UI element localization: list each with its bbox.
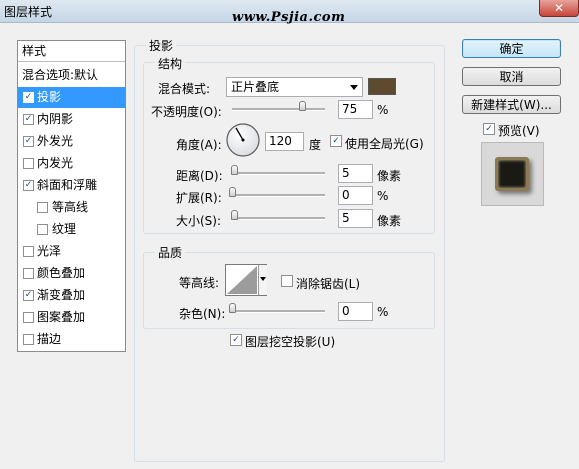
- cancel-button[interactable]: 取消: [462, 67, 561, 86]
- styles-list-header[interactable]: 样式: [18, 41, 125, 62]
- angle-dial[interactable]: [225, 122, 261, 158]
- size-label: 大小(S):: [176, 214, 222, 228]
- style-item-label: 描边: [37, 332, 62, 346]
- window-title: 图层样式: [4, 5, 53, 19]
- distance-slider-track[interactable]: [232, 172, 325, 175]
- structure-title: 结构: [155, 55, 186, 72]
- noise-input[interactable]: 0: [338, 302, 373, 321]
- size-input[interactable]: 5: [338, 209, 373, 228]
- style-item-checkbox[interactable]: [23, 334, 34, 345]
- contour-label: 等高线:: [179, 276, 220, 290]
- layer-knockout-label: 图层挖空投影(U): [245, 335, 336, 349]
- drop-shadow-title: 投影: [146, 37, 177, 54]
- opacity-slider-track[interactable]: [232, 108, 325, 111]
- style-item[interactable]: 图案叠加: [18, 307, 125, 328]
- style-item-checkbox[interactable]: [23, 246, 34, 257]
- style-item[interactable]: 内发光: [18, 153, 125, 174]
- blend-mode-dropdown[interactable]: 正片叠底: [226, 77, 363, 97]
- preview-swatch: [495, 157, 529, 191]
- style-item[interactable]: ✓ 内阴影: [18, 109, 125, 130]
- style-item-checkbox[interactable]: [23, 268, 34, 279]
- style-item-label: 斜面和浮雕: [37, 178, 98, 192]
- size-slider-track[interactable]: [232, 217, 325, 220]
- style-item-label: 投影: [37, 90, 62, 104]
- style-preview: [481, 142, 544, 206]
- shadow-color-swatch[interactable]: [368, 78, 396, 95]
- style-item-checkbox[interactable]: [37, 202, 48, 213]
- spread-unit: %: [377, 189, 389, 203]
- style-item[interactable]: 颜色叠加: [18, 263, 125, 284]
- opacity-input[interactable]: 75: [338, 100, 373, 119]
- anti-alias-checkbox[interactable]: [281, 275, 293, 287]
- style-item-label: 纹理: [52, 222, 77, 236]
- distance-unit: 像素: [377, 169, 402, 183]
- style-item-label: 光泽: [37, 244, 62, 258]
- style-item[interactable]: ✓ 外发光: [18, 131, 125, 152]
- distance-input[interactable]: 5: [338, 164, 373, 183]
- styles-list: 样式 混合选项:默认 ✓ 投影 ✓ 内阴影 ✓ 外发光 内发光 ✓ 斜面和浮雕 等高线 纹理 光泽 颜色…: [17, 40, 126, 352]
- style-item[interactable]: ✓ 投影: [18, 87, 125, 108]
- style-item-checkbox[interactable]: ✓: [23, 180, 34, 191]
- noise-label: 杂色(N):: [179, 307, 226, 321]
- blend-mode-value: 正片叠底: [231, 80, 280, 94]
- layer-knockout-checkbox[interactable]: ✓: [230, 334, 242, 346]
- opacity-slider-thumb[interactable]: [298, 101, 306, 111]
- spread-label: 扩展(R):: [176, 191, 222, 205]
- blend-mode-label: 混合模式:: [158, 82, 211, 96]
- chevron-down-icon: [260, 277, 266, 281]
- chevron-down-icon: [350, 85, 358, 90]
- distance-slider-thumb[interactable]: [230, 165, 238, 175]
- watermark-text: www.Psjia.com: [232, 10, 346, 25]
- style-item[interactable]: 光泽: [18, 241, 125, 262]
- blend-options-label: 混合选项:默认: [22, 68, 99, 82]
- noise-slider-track[interactable]: [232, 310, 325, 313]
- contour-picker[interactable]: [225, 264, 267, 296]
- style-item-label: 内发光: [37, 156, 74, 170]
- style-item-label: 颜色叠加: [37, 266, 86, 280]
- opacity-label: 不透明度(O):: [151, 105, 222, 119]
- style-item-checkbox[interactable]: [23, 312, 34, 323]
- style-item-checkbox[interactable]: ✓: [23, 290, 34, 301]
- close-button[interactable]: ✕: [539, 0, 579, 17]
- preview-checkbox[interactable]: ✓: [483, 123, 495, 135]
- style-item-checkbox[interactable]: ✓: [23, 136, 34, 147]
- noise-slider-thumb[interactable]: [229, 303, 236, 313]
- distance-label: 距离(D):: [176, 169, 223, 183]
- style-item-label: 等高线: [52, 200, 89, 214]
- anti-alias-label: 消除锯齿(L): [296, 277, 361, 291]
- style-item-label: 图案叠加: [37, 310, 86, 324]
- style-item-checkbox[interactable]: ✓: [23, 114, 34, 125]
- style-item-label: 渐变叠加: [37, 288, 86, 302]
- contour-preview-icon: [227, 266, 257, 294]
- opacity-unit: %: [377, 103, 389, 117]
- ok-button[interactable]: 确定: [462, 39, 561, 58]
- style-item-checkbox[interactable]: ✓: [23, 92, 34, 103]
- use-global-light-label: 使用全局光(G): [345, 137, 424, 151]
- angle-unit: 度: [309, 138, 322, 152]
- blend-options-item[interactable]: 混合选项:默认: [18, 65, 125, 86]
- use-global-light-checkbox[interactable]: ✓: [330, 135, 342, 147]
- contour-dropdown-button[interactable]: [258, 265, 267, 295]
- quality-title: 品质: [155, 244, 186, 261]
- size-slider-thumb[interactable]: [230, 210, 238, 220]
- preview-label: 预览(V): [498, 124, 540, 138]
- spread-slider-thumb[interactable]: [229, 187, 236, 197]
- style-item[interactable]: ✓ 渐变叠加: [18, 285, 125, 306]
- spread-slider-track[interactable]: [232, 194, 325, 197]
- style-item[interactable]: 描边: [18, 329, 125, 350]
- style-item[interactable]: ✓ 斜面和浮雕: [18, 175, 125, 196]
- style-item-label: 外发光: [37, 134, 74, 148]
- new-style-button[interactable]: 新建样式(W)...: [462, 95, 561, 114]
- style-item-label: 内阴影: [37, 112, 74, 126]
- spread-input[interactable]: 0: [338, 186, 373, 205]
- size-unit: 像素: [377, 214, 402, 228]
- style-item[interactable]: 等高线: [18, 197, 125, 218]
- style-item-checkbox[interactable]: [23, 158, 34, 169]
- angle-input[interactable]: 120: [265, 132, 304, 151]
- styles-header-label: 样式: [22, 44, 47, 58]
- style-item-checkbox[interactable]: [37, 224, 48, 235]
- style-item[interactable]: 纹理: [18, 219, 125, 240]
- angle-label: 角度(A):: [176, 138, 222, 152]
- noise-unit: %: [377, 305, 389, 319]
